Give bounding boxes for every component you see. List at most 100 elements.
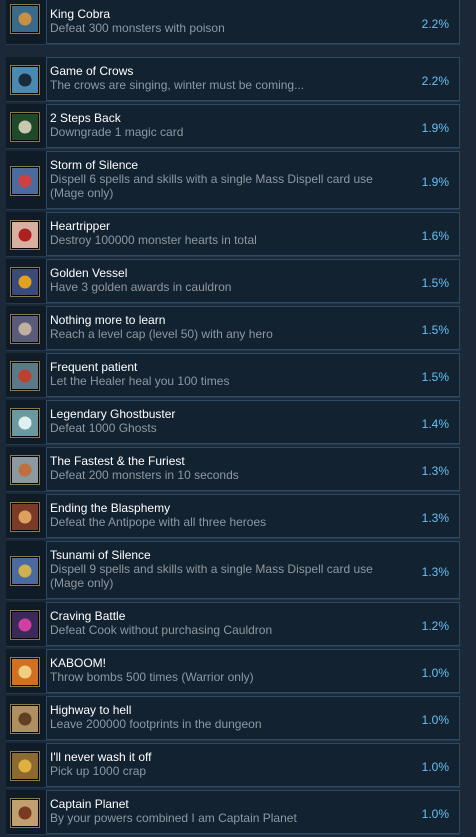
achievement-description: Leave 200000 footprints in the dungeon	[50, 717, 262, 731]
achievement-title: Nothing more to learn	[50, 313, 166, 327]
explosion-icon	[10, 657, 40, 687]
cauldron-icon	[10, 610, 40, 640]
unlock-percentage: 1.3%	[421, 565, 449, 579]
achievement-row[interactable]: 2 Steps Back Downgrade 1 magic card 1.9%	[6, 104, 460, 149]
unlock-percentage: 1.6%	[421, 229, 449, 243]
achievement-row[interactable]: Nothing more to learn Reach a level cap (…	[6, 306, 460, 351]
achievement-title: Frequent patient	[50, 360, 138, 374]
broken-heart-icon	[10, 220, 40, 250]
achievement-description: The crows are singing, winter must be co…	[50, 78, 305, 92]
unlock-percentage: 1.5%	[421, 370, 449, 384]
unlock-percentage: 1.9%	[421, 175, 449, 189]
unlock-percentage: 1.3%	[421, 511, 449, 525]
mage-wave-icon	[10, 556, 40, 586]
unlock-percentage: 1.0%	[421, 666, 449, 680]
achievement-row[interactable]: Game of Crows The crows are singing, wint…	[6, 57, 460, 102]
achievement-title: Golden Vessel	[50, 266, 128, 280]
achievement-description: Downgrade 1 magic card	[50, 125, 184, 139]
achievement-title: I'll never wash it off	[50, 750, 152, 764]
achievement-description: Destroy 100000 monster hearts in total	[50, 233, 257, 247]
unlock-percentage: 1.0%	[421, 807, 449, 821]
unlock-percentage: 1.9%	[421, 121, 449, 135]
achievement-row[interactable]: Captain Planet By your powers combined I …	[6, 790, 460, 835]
achievement-row[interactable]: Frequent patient Let the Healer heal you …	[6, 353, 460, 398]
achievement-description: Defeat Cook without purchasing Cauldron	[50, 623, 273, 637]
achievement-description: Throw bombs 500 times (Warrior only)	[50, 670, 254, 684]
mage-orb-icon	[10, 166, 40, 196]
achievement-description: Defeat 200 monsters in 10 seconds	[50, 468, 239, 482]
achievement-row[interactable]: I'll never wash it off Pick up 1000 crap 1…	[6, 743, 460, 788]
achievement-title: Legendary Ghostbuster	[50, 407, 176, 421]
boot-icon	[10, 704, 40, 734]
achievement-title: 2 Steps Back	[50, 111, 121, 125]
achievement-description: By your powers combined I am Captain Pla…	[50, 811, 297, 825]
antipope-icon	[10, 502, 40, 532]
achievement-description: Have 3 golden awards in cauldron	[50, 280, 232, 294]
achievement-title: Ending the Blasphemy	[50, 501, 171, 515]
achievement-row[interactable]: Tsunami of Silence Dispell 9 spells and s…	[6, 541, 460, 600]
unlock-percentage: 1.5%	[421, 323, 449, 337]
achievement-description: Pick up 1000 crap	[50, 764, 147, 778]
achievement-row[interactable]: Heartripper Destroy 100000 monster hearts…	[6, 212, 460, 257]
achievement-title: King Cobra	[50, 7, 111, 21]
achievement-row[interactable]: Highway to hell Leave 200000 footprints i…	[6, 696, 460, 741]
achievement-info: 2 Steps Back Downgrade 1 magic card 1.9%	[46, 104, 460, 148]
achievement-row[interactable]: Legendary Ghostbuster Defeat 1000 Ghosts 1…	[6, 400, 460, 445]
unlock-percentage: 1.0%	[421, 760, 449, 774]
unlock-percentage: 1.4%	[421, 417, 449, 431]
achievement-row[interactable]: The Fastest & the Furiest Defeat 200 mons…	[6, 447, 460, 492]
achievement-info: KABOOM! Throw bombs 500 times (Warrior on…	[46, 649, 460, 693]
achievement-title: Storm of Silence	[50, 158, 139, 172]
achievement-row[interactable]: King Cobra Defeat 300 monsters with poiso…	[6, 0, 460, 45]
achievement-info: Legendary Ghostbuster Defeat 1000 Ghosts 1…	[46, 400, 460, 444]
achievement-info: Nothing more to learn Reach a level cap (…	[46, 306, 460, 350]
achievement-description: Let the Healer heal you 100 times	[50, 374, 230, 388]
achievement-info: Craving Battle Defeat Cook without purcha…	[46, 602, 460, 646]
achievement-title: Highway to hell	[50, 703, 132, 717]
unlock-percentage: 1.5%	[421, 276, 449, 290]
book-icon	[10, 314, 40, 344]
achievement-info: Frequent patient Let the Healer heal you …	[46, 353, 460, 397]
achievement-description: Defeat the Antipope with all three heroe…	[50, 515, 267, 529]
achievement-title: KABOOM!	[50, 656, 107, 670]
achievement-info: Game of Crows The crows are singing, wint…	[46, 57, 460, 101]
poison-dagger-icon	[10, 4, 40, 34]
unlock-percentage: 2.2%	[421, 74, 449, 88]
dirty-hand-icon	[10, 751, 40, 781]
achievement-row[interactable]: Ending the Blasphemy Defeat the Antipope …	[6, 494, 460, 539]
achievement-info: Heartripper Destroy 100000 monster hearts…	[46, 212, 460, 256]
achievement-title: Heartripper	[50, 219, 111, 233]
achievement-info: King Cobra Defeat 300 monsters with poiso…	[46, 0, 460, 44]
achievement-description: Reach a level cap (level 50) with any he…	[50, 327, 273, 341]
unlock-percentage: 2.2%	[421, 17, 449, 31]
unlock-percentage: 1.0%	[421, 713, 449, 727]
achievement-info: Golden Vessel Have 3 golden awards in cau…	[46, 259, 460, 303]
achievement-title: Captain Planet	[50, 797, 129, 811]
card-down-icon	[10, 112, 40, 142]
achievement-info: Storm of Silence Dispell 6 spells and ski…	[46, 151, 460, 209]
achievement-description: Dispell 6 spells and skills with a singl…	[50, 172, 373, 200]
achievement-info: Captain Planet By your powers combined I …	[46, 790, 460, 834]
planet-icon	[10, 798, 40, 828]
achievement-row[interactable]: KABOOM! Throw bombs 500 times (Warrior on…	[6, 649, 460, 694]
achievement-info: Ending the Blasphemy Defeat the Antipope …	[46, 494, 460, 538]
achievement-info: Highway to hell Leave 200000 footprints i…	[46, 696, 460, 740]
achievement-title: The Fastest & the Furiest	[50, 454, 185, 468]
achievement-title: Game of Crows	[50, 64, 134, 78]
achievement-description: Dispell 9 spells and skills with a singl…	[50, 562, 373, 590]
achievement-description: Defeat 300 monsters with poison	[50, 21, 225, 35]
achievement-info: The Fastest & the Furiest Defeat 200 mons…	[46, 447, 460, 491]
achievement-row[interactable]: Storm of Silence Dispell 6 spells and ski…	[6, 151, 460, 210]
achievement-row[interactable]: Craving Battle Defeat Cook without purcha…	[6, 602, 460, 647]
ghost-icon	[10, 408, 40, 438]
achievement-title: Tsunami of Silence	[50, 548, 151, 562]
achievement-row[interactable]: Golden Vessel Have 3 golden awards in cau…	[6, 259, 460, 304]
unlock-percentage: 1.2%	[421, 619, 449, 633]
achievement-description: Defeat 1000 Ghosts	[50, 421, 157, 435]
achievement-info: I'll never wash it off Pick up 1000 crap 1…	[46, 743, 460, 787]
achievement-list: King Cobra Defeat 300 monsters with poiso…	[0, 0, 476, 837]
achievement-title: Craving Battle	[50, 609, 126, 623]
achievement-info: Tsunami of Silence Dispell 9 spells and s…	[46, 541, 460, 599]
unlock-percentage: 1.3%	[421, 464, 449, 478]
speed-icon	[10, 455, 40, 485]
